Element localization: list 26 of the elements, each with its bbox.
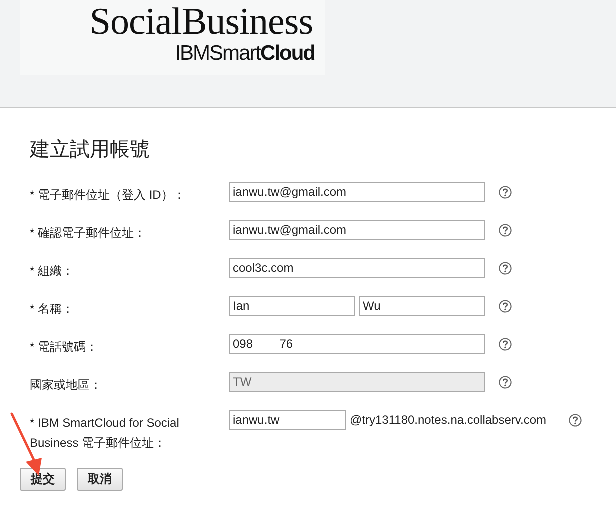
page-title: 建立試用帳號 <box>30 138 151 162</box>
input-field[interactable]: ianwu.tw@gmail.com <box>229 182 485 202</box>
input-field[interactable]: Wu <box>359 296 485 316</box>
field-label: * IBM SmartCloud for Social Business 電子郵件位址： <box>30 415 180 452</box>
field-label: 國家或地區： <box>30 377 102 394</box>
help-icon[interactable] <box>499 338 512 350</box>
field-label: * 名稱： <box>30 301 74 318</box>
help-icon[interactable] <box>499 262 512 274</box>
help-icon[interactable] <box>499 300 512 312</box>
help-icon[interactable] <box>499 224 512 236</box>
field-label: * 組織： <box>30 263 74 280</box>
help-icon[interactable] <box>568 414 582 426</box>
field-label: * 電話號碼： <box>30 339 98 356</box>
input-field[interactable]: ianwu.tw@gmail.com <box>229 220 485 240</box>
input-field[interactable]: ianwu.tw <box>229 410 346 430</box>
input-field[interactable]: 098 76 <box>229 334 485 354</box>
submit-button[interactable]: 提交 <box>20 468 66 491</box>
help-icon[interactable] <box>499 376 512 388</box>
help-icon[interactable] <box>499 186 512 198</box>
input-field[interactable]: Ian <box>229 296 355 316</box>
cancel-button[interactable]: 取消 <box>77 468 123 491</box>
domain-suffix: @try131180.notes.na.collabserv.com <box>350 413 547 427</box>
field-label: * 確認電子郵件位址： <box>30 225 146 242</box>
field-label: * 電子郵件位址（登入 ID）： <box>30 187 186 204</box>
logo: SocialBusiness IBMSmartCloud <box>20 0 325 75</box>
input-field[interactable]: cool3c.com <box>229 258 485 278</box>
